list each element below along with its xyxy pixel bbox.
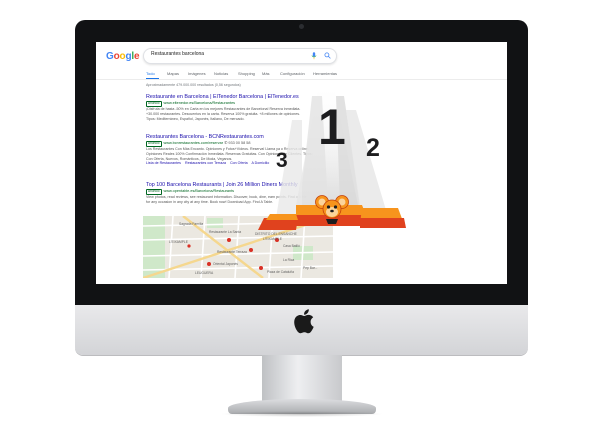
google-logo[interactable]: Google [106, 51, 140, 62]
map-label-oriental: Oriental Japonés [213, 262, 238, 266]
tab-todo[interactable]: Todo [146, 71, 155, 76]
map-label-casa-batllo: Casa Batlló [283, 244, 300, 248]
camera-icon [299, 24, 304, 29]
sitelink-oferta[interactable]: Con Oferta [230, 161, 248, 165]
map-label-leixample: L'EIXAMPLE [169, 240, 188, 244]
result-phone[interactable]: 933 00 58 58 [228, 141, 250, 145]
result-url-text: www.eltenedor.es/Barcelona/Restaurantes [163, 101, 236, 105]
stand-shadow [220, 411, 384, 417]
map-label-pep: Pep Bar... [303, 266, 318, 270]
sitelink-lista[interactable]: Lista de Restaurantes [146, 161, 181, 165]
result-url-text: www.opentable.es/Barcelona/Restaurants [163, 189, 235, 193]
apple-logo-icon [294, 309, 314, 334]
ad-badge: Anuncio [146, 141, 162, 147]
tab-mapas[interactable]: Mapas [167, 71, 179, 76]
tab-imagenes[interactable]: Imágenes [188, 71, 206, 76]
map-label-leuguera: LEUGUERA [195, 271, 214, 275]
ad-badge: Anuncio [146, 101, 162, 107]
results-stats: Aproximadamente 479.000.000 resultados (… [146, 83, 241, 87]
map-label-larica: La Rica [283, 258, 295, 262]
stand-neck [262, 355, 342, 402]
podium-first-place: 1 [318, 99, 346, 155]
map-label-terraza: Restaurante Terraza [217, 250, 247, 254]
map-label-lasanta: Restaurante La Santa [209, 230, 242, 234]
search-input[interactable]: Restaurantes barcelona [151, 51, 204, 57]
result-url-text: www.bcnrestaurantes.com/reservar [163, 141, 224, 145]
tab-shopping[interactable]: Shopping [238, 71, 255, 76]
podium-second-place: 2 [366, 134, 380, 162]
map-label-sagrada: Sagrada Família [179, 222, 204, 226]
podium-third-place: 3 [276, 149, 288, 172]
map-label-plaza-cat: Plaza de Cataluña [267, 270, 294, 274]
sitelink-terraza[interactable]: Restaurantes con Terraza [185, 161, 226, 165]
phone-icon: ✆ [224, 141, 228, 145]
tab-noticias[interactable]: Noticias [214, 71, 228, 76]
mouse-mascot-icon [315, 195, 349, 224]
ad-badge: Anuncio [146, 189, 162, 195]
